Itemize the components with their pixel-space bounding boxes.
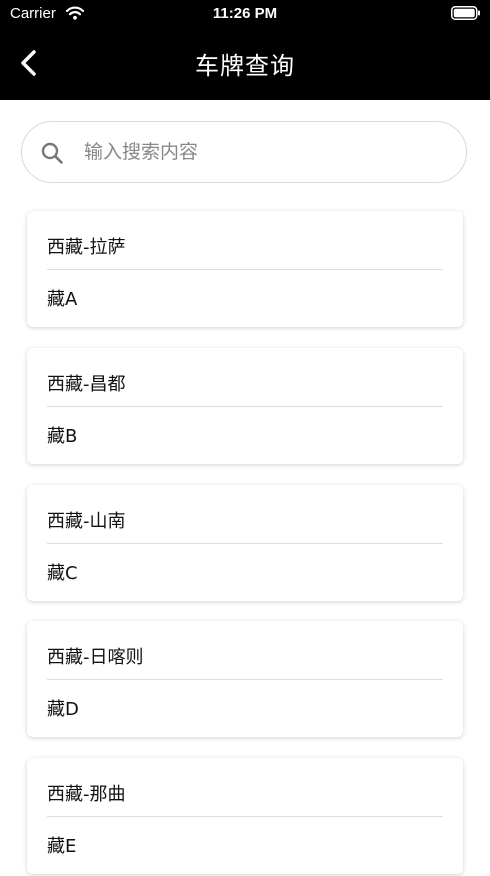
app-header: Carrier 11:26 PM 车牌查询 [0, 0, 490, 100]
plate-card[interactable]: 西藏-日喀则 藏D [27, 621, 463, 737]
battery-icon [451, 6, 480, 20]
status-time: 11:26 PM [212, 5, 278, 22]
card-divider [47, 679, 443, 680]
plate-code: 藏B [47, 426, 78, 447]
card-divider [47, 816, 443, 817]
search-input[interactable] [84, 134, 444, 170]
plate-region: 西藏-拉萨 [47, 237, 126, 258]
plate-code: 藏E [47, 836, 77, 857]
plate-region: 西藏-那曲 [47, 784, 126, 805]
plate-region: 西藏-日喀则 [47, 647, 144, 668]
plate-region: 西藏-山南 [47, 511, 126, 532]
search-icon [41, 142, 63, 164]
plate-code: 藏A [47, 289, 78, 310]
card-divider [47, 406, 443, 407]
plate-card[interactable]: 西藏-那曲 藏E [27, 758, 463, 874]
plate-region: 西藏-昌都 [47, 374, 126, 395]
plate-card[interactable]: 西藏-昌都 藏B [27, 348, 463, 464]
page-title: 车牌查询 [195, 52, 295, 80]
status-bar: Carrier 11:26 PM [0, 0, 490, 28]
plate-card[interactable]: 西藏-拉萨 藏A [27, 211, 463, 327]
plate-card[interactable]: 西藏-山南 藏C [27, 485, 463, 601]
plate-code: 藏D [47, 699, 79, 720]
card-divider [47, 269, 443, 270]
plate-code: 藏C [47, 563, 78, 584]
card-divider [47, 543, 443, 544]
search-bar[interactable] [21, 121, 467, 183]
